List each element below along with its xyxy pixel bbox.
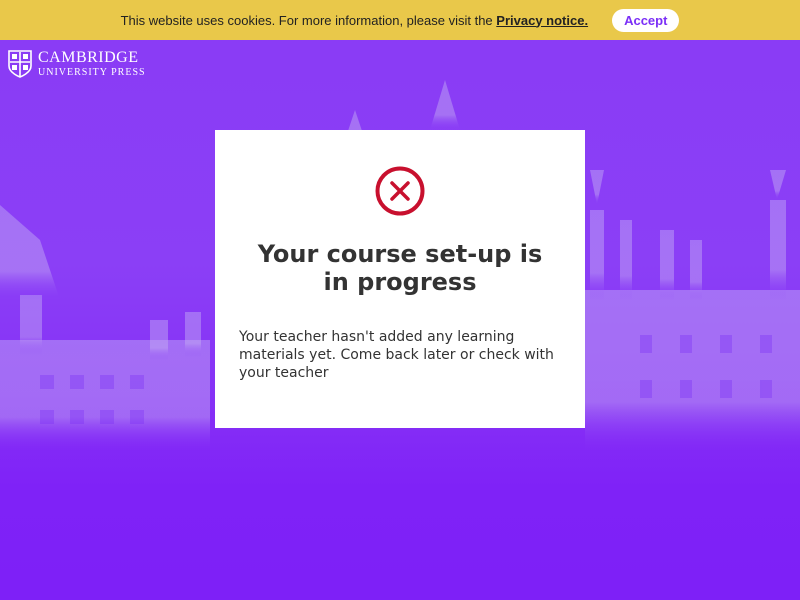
cookie-text: This website uses cookies. For more info… xyxy=(120,12,493,28)
shield-crest-icon xyxy=(8,50,32,78)
cookie-message: This website uses cookies. For more info… xyxy=(121,13,589,28)
course-status-dialog: Your course set-up is in progress Your t… xyxy=(215,130,585,428)
privacy-notice-link[interactable]: Privacy notice. xyxy=(496,13,588,28)
dialog-title: Your course set-up is in progress xyxy=(257,240,543,296)
dialog-message: Your teacher hasn't added any learning m… xyxy=(239,329,554,381)
error-circle-x-icon xyxy=(375,166,425,216)
cambridge-logo[interactable]: CAMBRIDGE UNIVERSITY PRESS xyxy=(8,50,146,78)
logo-wordmark: CAMBRIDGE UNIVERSITY PRESS xyxy=(38,50,146,78)
logo-line2: UNIVERSITY PRESS xyxy=(38,67,146,78)
cookie-banner: This website uses cookies. For more info… xyxy=(0,0,800,40)
logo-line1: CAMBRIDGE xyxy=(38,49,139,66)
accept-cookies-button[interactable]: Accept xyxy=(612,8,680,32)
